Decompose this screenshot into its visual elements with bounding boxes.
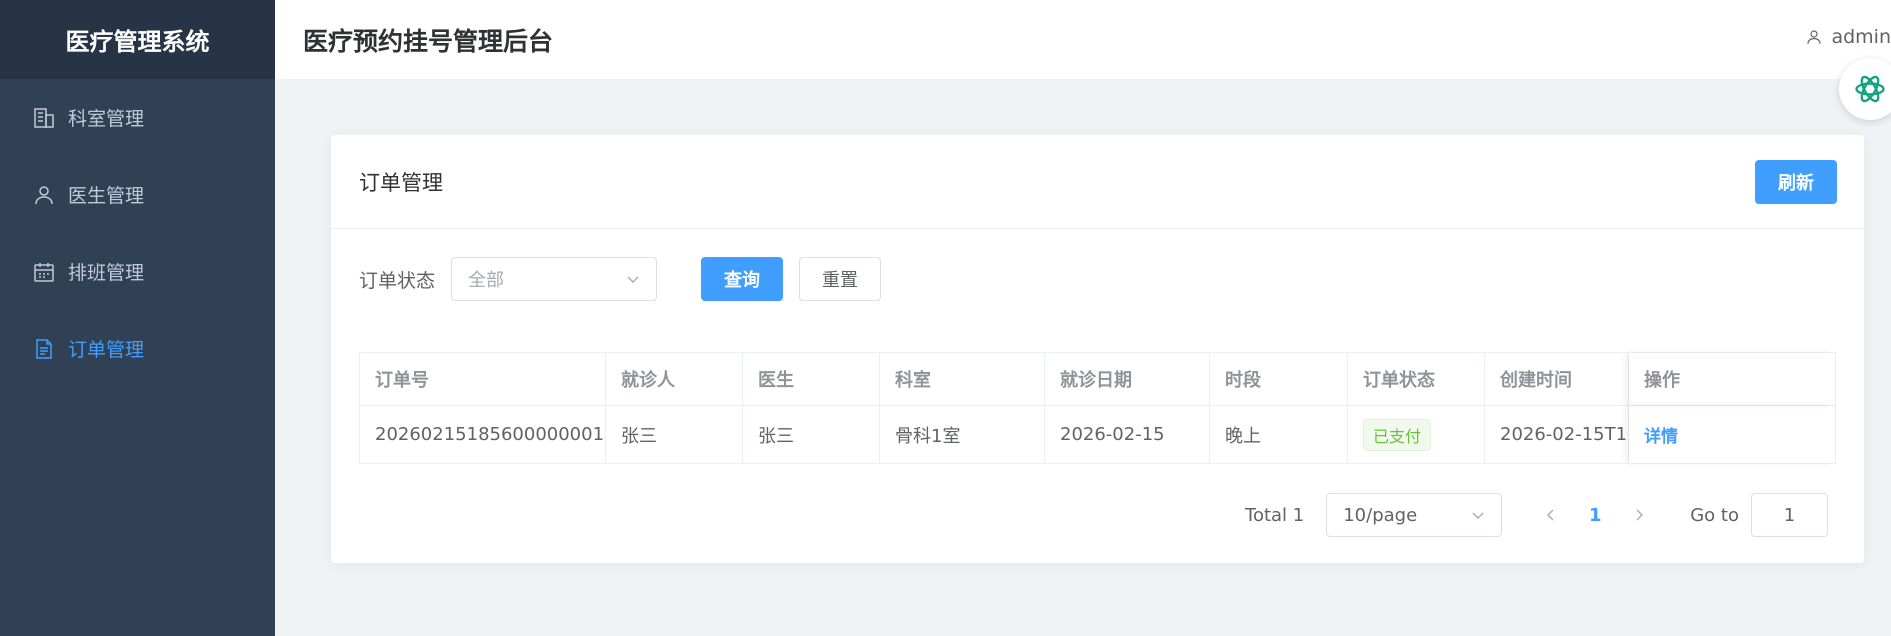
department-cell: 骨科1室 <box>880 406 1045 463</box>
goto-page-input[interactable]: 1 <box>1751 493 1828 537</box>
pagination-total: Total 1 <box>1245 504 1305 526</box>
patient-cell: 张三 <box>606 406 743 463</box>
table-row: 20260215185600000001 张三 张三 骨科1室 2026-02-… <box>360 406 1835 463</box>
column-header: 就诊日期 <box>1045 353 1210 405</box>
sidebar-item-departments[interactable]: 科室管理 <box>0 79 275 156</box>
status-filter-label: 订单状态 <box>359 269 436 292</box>
building-icon <box>32 106 56 130</box>
calendar-icon <box>32 260 56 284</box>
prev-page-button[interactable] <box>1536 500 1566 530</box>
query-button[interactable]: 查询 <box>701 257 784 301</box>
sidebar-item-schedules[interactable]: 排班管理 <box>0 233 275 310</box>
chevron-down-icon <box>1471 508 1485 522</box>
column-header: 订单号 <box>360 353 606 405</box>
user-icon <box>1805 28 1831 46</box>
refresh-button[interactable]: 刷新 <box>1755 159 1837 204</box>
sidebar-item-label: 排班管理 <box>68 262 145 284</box>
user-menu[interactable]: admin <box>1805 26 1891 48</box>
column-header: 科室 <box>880 353 1045 405</box>
sidebar-item-label: 医生管理 <box>68 185 145 207</box>
page-size-select[interactable]: 10/page <box>1326 493 1503 537</box>
user-icon <box>32 183 56 207</box>
order-no-cell: 20260215185600000001 <box>360 406 606 463</box>
next-page-button[interactable] <box>1624 500 1654 530</box>
reset-button[interactable]: 重置 <box>799 257 882 301</box>
column-header: 订单状态 <box>1348 353 1485 405</box>
status-badge: 已支付 <box>1363 418 1432 451</box>
column-header: 操作 <box>1629 353 1835 405</box>
pagination: Total 1 10/page 1 Go to 1 <box>1245 493 1828 537</box>
table-header-row: 订单号 就诊人 医生 科室 就诊日期 时段 订单状态 创建时间 操作 <box>360 353 1835 406</box>
goto-label: Go to <box>1690 504 1739 526</box>
status-cell: 已支付 <box>1348 406 1485 463</box>
username: admin <box>1831 26 1891 48</box>
detail-link[interactable]: 详情 <box>1644 422 1678 447</box>
sidebar-item-label: 科室管理 <box>68 108 145 130</box>
sidebar-item-doctors[interactable]: 医生管理 <box>0 156 275 233</box>
page-size-value: 10/page <box>1343 504 1418 526</box>
period-cell: 晚上 <box>1210 406 1348 463</box>
visit-date-cell: 2026-02-15 <box>1045 406 1210 463</box>
card-title: 订单管理 <box>359 170 443 195</box>
assistant-bubble[interactable] <box>1839 58 1891 120</box>
sidebar-item-orders[interactable]: 订单管理 <box>0 310 275 387</box>
atom-icon <box>1852 71 1888 107</box>
sidebar-item-label: 订单管理 <box>68 339 145 361</box>
column-header: 就诊人 <box>606 353 743 405</box>
page-number-current[interactable]: 1 <box>1580 505 1610 526</box>
brand-title: 医疗管理系统 <box>0 0 275 79</box>
sidebar: 医疗管理系统 科室管理 医生管理 排班管理 订单管理 <box>0 0 275 636</box>
filter-bar: 订单状态 全部 查询 重置 <box>359 257 882 301</box>
orders-table: 订单号 就诊人 医生 科室 就诊日期 时段 订单状态 创建时间 操作 20260… <box>359 352 1836 464</box>
created-at-cell: 2026-02-15T18 <box>1485 406 1629 463</box>
top-header: 医疗预约挂号管理后台 admin <box>275 0 1891 120</box>
action-cell: 详情 <box>1629 406 1835 463</box>
column-header: 时段 <box>1210 353 1348 405</box>
chevron-right-icon <box>1633 509 1645 521</box>
status-select-value: 全部 <box>468 270 505 291</box>
page-title: 医疗预约挂号管理后台 <box>303 26 554 56</box>
orders-card: 订单管理 刷新 订单状态 全部 查询 重置 订单号 就诊人 医生 科室 就诊日期… <box>331 135 1864 563</box>
status-select[interactable]: 全部 <box>451 257 658 301</box>
document-icon <box>32 337 56 361</box>
column-header: 医生 <box>743 353 880 405</box>
doctor-cell: 张三 <box>743 406 880 463</box>
column-header: 创建时间 <box>1485 353 1629 405</box>
card-header: 订单管理 刷新 <box>331 135 1864 229</box>
chevron-left-icon <box>1545 509 1557 521</box>
chevron-down-icon <box>626 272 640 286</box>
